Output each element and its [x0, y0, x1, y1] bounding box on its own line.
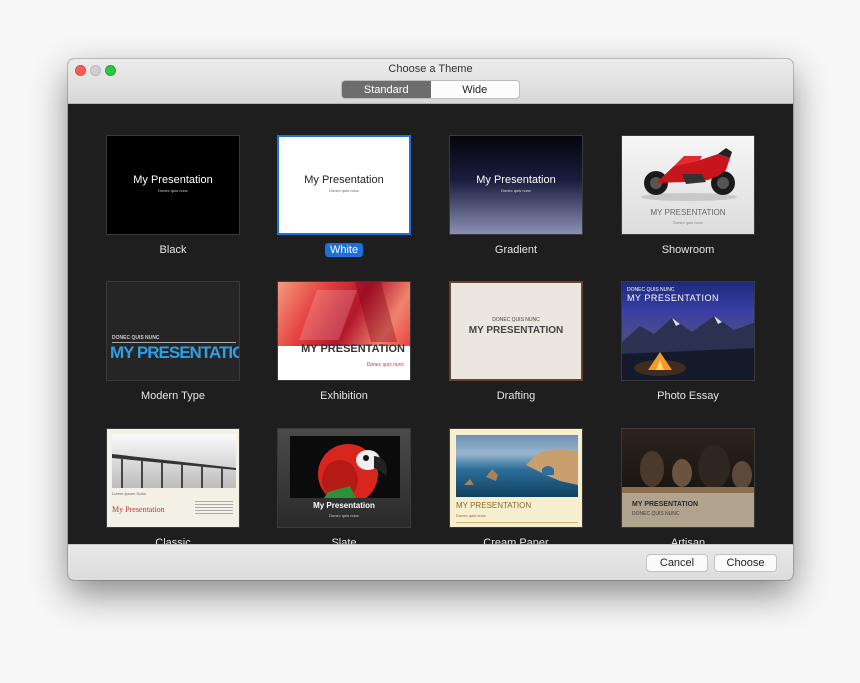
theme-thumbnail-classic[interactable]: Lorem Ipsum Dolor My Presentation	[106, 428, 240, 528]
thumb-subtitle: Donec quis nunc	[673, 220, 703, 225]
theme-name: Cream Paper	[483, 537, 549, 544]
theme-thumbnail-slate[interactable]: My Presentation Donec quis nunc	[277, 428, 411, 528]
thumb-title: MY PRESENTATION	[632, 501, 699, 508]
thumb-title: MY PRESENTATION	[650, 208, 726, 217]
theme-label: Classic	[106, 537, 240, 544]
bridge-image	[112, 434, 236, 488]
theme-thumbnail-showroom[interactable]: MY PRESENTATION Donec quis nunc	[621, 135, 755, 235]
theme-label: Modern Type	[106, 390, 240, 402]
thumb-title: MY PRESENTATION	[627, 293, 720, 303]
thumb-title: MY PRESENTATION	[301, 343, 405, 355]
theme-name: Classic	[155, 537, 191, 544]
coastline-image	[456, 435, 578, 497]
theme-label: Black	[106, 244, 240, 256]
thumb-subtitle: Donec quis nunc	[456, 513, 486, 518]
thumb-title: MY PRESENTATION	[456, 501, 532, 510]
theme-thumbnail-artisan[interactable]: MY PRESENTATION DONEC QUIS NUNC	[621, 428, 755, 528]
theme-label: Exhibition	[277, 390, 411, 402]
theme-label: Showroom	[621, 244, 755, 256]
title-rule	[456, 522, 578, 523]
theme-label: Photo Essay	[621, 390, 755, 402]
window-title: Choose a Theme	[388, 63, 473, 75]
standard-tab[interactable]: Standard	[342, 81, 431, 98]
theme-label: Artisan	[621, 537, 755, 544]
theme-thumbnail-exhibition[interactable]: MY PRESENTATION Donec quis nunc	[277, 281, 411, 381]
theme-label: Gradient	[449, 244, 583, 256]
dialog-button-bar: Cancel Choose	[68, 544, 793, 580]
theme-name: Artisan	[670, 537, 706, 544]
theme-name: Showroom	[661, 244, 715, 256]
theme-label: Slate	[277, 537, 411, 544]
theme-thumbnail-white[interactable]: My Presentation Donec quis nunc	[277, 135, 411, 235]
theme-name: Modern Type	[140, 390, 205, 402]
thumb-subtitle: Donec quis nunc	[158, 188, 188, 193]
wide-tab[interactable]: Wide	[431, 81, 520, 98]
theme-name: Black	[159, 244, 187, 256]
title-bar: Choose a Theme Standard Wide	[68, 59, 793, 104]
theme-name: Slate	[331, 537, 357, 544]
thumb-subtitle: Donec quis nunc	[366, 362, 404, 368]
theme-label-selected: White	[277, 243, 411, 257]
parrot-image	[290, 436, 400, 498]
theme-name: Photo Essay	[657, 390, 719, 402]
thumb-subtitle: DONEC QUIS NUNC	[492, 317, 540, 323]
thumb-title: My Presentation	[112, 505, 165, 514]
theme-thumbnail-photo-essay[interactable]: DONEC QUIS NUNC MY PRESENTATION	[621, 281, 755, 381]
motorcycle-image	[641, 148, 737, 201]
pottery-image	[622, 429, 754, 493]
thumb-subtitle: DONEC QUIS NUNC	[632, 511, 680, 517]
theme-thumbnail-cream-paper[interactable]: MY PRESENTATION Donec quis nunc	[449, 428, 583, 528]
theme-label: Cream Paper	[449, 537, 583, 544]
theme-thumbnail-drafting[interactable]: DONEC QUIS NUNC MY PRESENTATION	[449, 281, 583, 381]
thumb-title: My Presentation	[133, 174, 213, 186]
thumb-subtitle: Lorem Ipsum Dolor	[112, 491, 147, 496]
theme-name: Drafting	[496, 390, 536, 402]
theme-name: Gradient	[494, 244, 538, 256]
thumb-title: MY PRESENTATION	[110, 343, 239, 362]
thumb-subtitle: Donec quis nunc	[501, 188, 531, 193]
theme-thumbnail-gradient[interactable]: My Presentation Donec quis nunc	[449, 135, 583, 235]
body-text-lines	[195, 501, 233, 515]
thumb-subtitle: Donec quis nunc	[329, 513, 359, 518]
thumb-title: My Presentation	[476, 174, 556, 186]
theme-thumbnail-modern-type[interactable]: DONEC QUIS NUNC MY PRESENTATION	[106, 281, 240, 381]
theme-chooser-window: Choose a Theme Standard Wide My Presenta…	[68, 59, 793, 580]
cancel-button[interactable]: Cancel	[646, 554, 708, 572]
thumb-title: MY PRESENTATION	[468, 325, 564, 336]
theme-gallery[interactable]: My Presentation Donec quis nunc Black My…	[68, 104, 793, 544]
theme-label: Drafting	[449, 390, 583, 402]
thumb-title: My Presentation	[304, 174, 384, 186]
thumb-subtitle: DONEC QUIS NUNC	[112, 335, 160, 341]
theme-name: White	[324, 243, 364, 257]
thumb-title: My Presentation	[313, 501, 375, 510]
choose-button[interactable]: Choose	[714, 554, 777, 572]
theme-name: Exhibition	[320, 390, 368, 402]
theme-thumbnail-black[interactable]: My Presentation Donec quis nunc	[106, 135, 240, 235]
slide-size-segmented-control: Standard Wide	[341, 80, 520, 99]
thumb-subtitle: Donec quis nunc	[329, 188, 359, 193]
